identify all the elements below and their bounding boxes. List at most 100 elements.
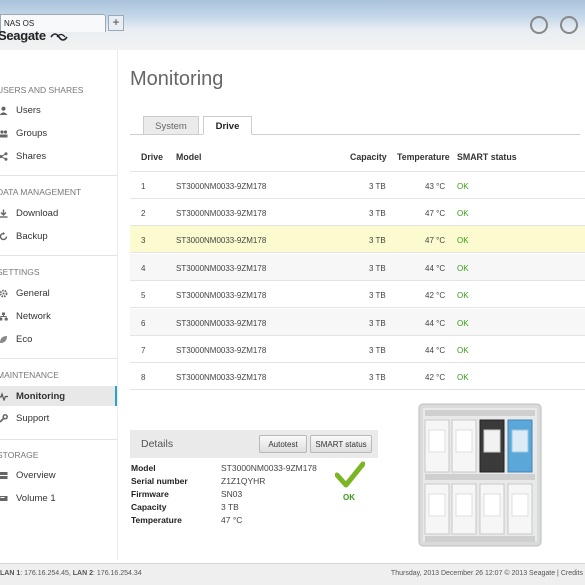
- tab-drive[interactable]: Drive: [203, 116, 252, 135]
- chat-icon[interactable]: [530, 16, 548, 34]
- backup-icon: [0, 231, 8, 241]
- sidebar-item-users[interactable]: Users: [0, 100, 117, 120]
- details-panel-header: Details Autotest SMART status: [130, 430, 378, 458]
- detail-label-firmware: Firmware: [131, 489, 169, 499]
- user-icon: [0, 106, 8, 115]
- cell-capacity: 3 TB: [369, 182, 386, 191]
- sidebar-item-label: Download: [16, 207, 59, 219]
- table-row[interactable]: 8 ST3000NM0033-9ZM178 3 TB 42 °C OK: [130, 363, 585, 390]
- tab-system[interactable]: System: [143, 116, 199, 135]
- smart-status-button[interactable]: SMART status: [310, 435, 372, 453]
- cell-drive: 8: [141, 373, 146, 382]
- sidebar-item-overview[interactable]: Overview: [0, 465, 117, 485]
- monitoring-icon: [0, 391, 8, 401]
- sidebar-item-groups[interactable]: Groups: [0, 123, 117, 143]
- lan-info: LAN 1: 176.16.254.45, LAN 2: 176.16.254.…: [0, 570, 142, 577]
- browser-chrome: NAS OS + Seagate: [0, 0, 585, 50]
- cell-temperature: 44 °C: [425, 264, 446, 273]
- cell-model: ST3000NM0033-9ZM178: [176, 319, 267, 328]
- sidebar-item-label: Monitoring: [16, 390, 66, 402]
- share-icon: [0, 151, 8, 161]
- cell-temperature: 47 °C: [425, 209, 446, 218]
- gear-icon: [0, 289, 8, 298]
- cell-temperature: 44 °C: [425, 346, 446, 355]
- detail-value-model: ST3000NM0033-9ZM178: [221, 463, 317, 473]
- sidebar-item-download[interactable]: Download: [0, 203, 117, 223]
- sidebar-item-volume-1[interactable]: Volume 1: [0, 488, 117, 508]
- status-datetime-credits[interactable]: Thursday, 2013 December 26 12:07 © 2013 …: [391, 570, 583, 577]
- cell-temperature: 43 °C: [425, 182, 446, 191]
- cell-drive: 1: [141, 182, 146, 191]
- sidebar-divider: [0, 255, 117, 256]
- detail-label-temperature: Temperature: [131, 515, 182, 525]
- cell-capacity: 3 TB: [369, 373, 386, 382]
- table-row[interactable]: 2 ST3000NM0033-9ZM178 3 TB 47 °C OK: [130, 199, 585, 226]
- detail-value-capacity: 3 TB: [221, 502, 239, 512]
- lan2-label: LAN 2: [72, 570, 94, 577]
- sidebar-item-monitoring[interactable]: Monitoring: [0, 386, 117, 406]
- cell-model: ST3000NM0033-9ZM178: [176, 209, 267, 218]
- download-icon: [0, 209, 8, 218]
- cell-temperature: 42 °C: [425, 373, 446, 382]
- sidebar-item-label: Users: [16, 104, 41, 116]
- sidebar-item-general[interactable]: General: [0, 283, 117, 303]
- new-tab-button[interactable]: +: [108, 15, 124, 31]
- detail-label-capacity: Capacity: [131, 502, 167, 512]
- sidebar-item-label: Overview: [16, 469, 56, 481]
- page-title: Monitoring: [130, 68, 224, 90]
- cell-temperature: 44 °C: [425, 319, 446, 328]
- table-row[interactable]: 6 ST3000NM0033-9ZM178 3 TB 44 °C OK: [130, 309, 585, 336]
- cell-smart-status: OK: [457, 236, 469, 245]
- sidebar-item-label: Support: [16, 412, 50, 424]
- sidebar-divider: [0, 175, 117, 176]
- sidebar-item-shares[interactable]: Shares: [0, 146, 117, 166]
- sidebar-item-network[interactable]: Network: [0, 306, 117, 326]
- detail-value-firmware: SN03: [221, 489, 243, 499]
- sidebar-section-users-shares: USERS AND SHARES: [0, 85, 84, 95]
- wrench-icon: [0, 413, 8, 423]
- logo-text: Seagate: [0, 28, 46, 43]
- cell-drive: 2: [141, 209, 146, 218]
- table-row[interactable]: 1 ST3000NM0033-9ZM178 3 TB 43 °C OK: [130, 172, 585, 199]
- table-row[interactable]: 7 ST3000NM0033-9ZM178 3 TB 44 °C OK: [130, 336, 585, 363]
- lan1-value: 176.16.254.45: [24, 570, 69, 577]
- table-row[interactable]: 5 ST3000NM0033-9ZM178 3 TB 42 °C OK: [130, 281, 585, 308]
- browser-tab-title: NAS OS: [4, 19, 35, 28]
- cell-model: ST3000NM0033-9ZM178: [176, 291, 267, 300]
- cell-temperature: 47 °C: [425, 236, 446, 245]
- status-bar: LAN 1: 176.16.254.45, LAN 2: 176.16.254.…: [0, 563, 585, 585]
- details-title: Details: [141, 438, 174, 450]
- detail-label-model: Model: [131, 463, 156, 473]
- detail-label-serial: Serial number: [131, 476, 188, 486]
- cell-model: ST3000NM0033-9ZM178: [176, 346, 267, 355]
- sidebar-section-data-management: DATA MANAGEMENT: [0, 187, 82, 197]
- sidebar-item-label: Volume 1: [16, 492, 56, 504]
- cell-smart-status: OK: [457, 319, 469, 328]
- sidebar-separator: [117, 50, 118, 560]
- cell-capacity: 3 TB: [369, 291, 386, 300]
- sidebar-item-eco[interactable]: Eco: [0, 329, 117, 349]
- cell-drive: 4: [141, 264, 146, 273]
- overview-icon: [0, 471, 8, 480]
- cell-smart-status: OK: [457, 182, 469, 191]
- details-status: OK: [343, 493, 355, 502]
- sidebar-divider: [0, 439, 117, 440]
- checkmark-icon: [335, 461, 365, 488]
- volume-icon: [0, 494, 8, 503]
- cell-smart-status: OK: [457, 291, 469, 300]
- cell-model: ST3000NM0033-9ZM178: [176, 236, 267, 245]
- sidebar-item-backup[interactable]: Backup: [0, 226, 117, 246]
- autotest-button[interactable]: Autotest: [259, 435, 307, 453]
- cell-model: ST3000NM0033-9ZM178: [176, 373, 267, 382]
- seagate-logo[interactable]: Seagate: [0, 28, 73, 43]
- network-icon: [0, 312, 8, 321]
- help-icon[interactable]: [560, 16, 578, 34]
- table-row[interactable]: 4 ST3000NM0033-9ZM178 3 TB 44 °C OK: [130, 254, 585, 281]
- sidebar-section-maintenance: MAINTENANCE: [0, 370, 59, 380]
- cell-smart-status: OK: [457, 264, 469, 273]
- cell-smart-status: OK: [457, 209, 469, 218]
- cell-drive: 6: [141, 319, 146, 328]
- cell-temperature: 42 °C: [425, 291, 446, 300]
- sidebar-item-support[interactable]: Support: [0, 408, 117, 428]
- table-row-selected[interactable]: 3 ST3000NM0033-9ZM178 3 TB 47 °C OK: [130, 226, 585, 253]
